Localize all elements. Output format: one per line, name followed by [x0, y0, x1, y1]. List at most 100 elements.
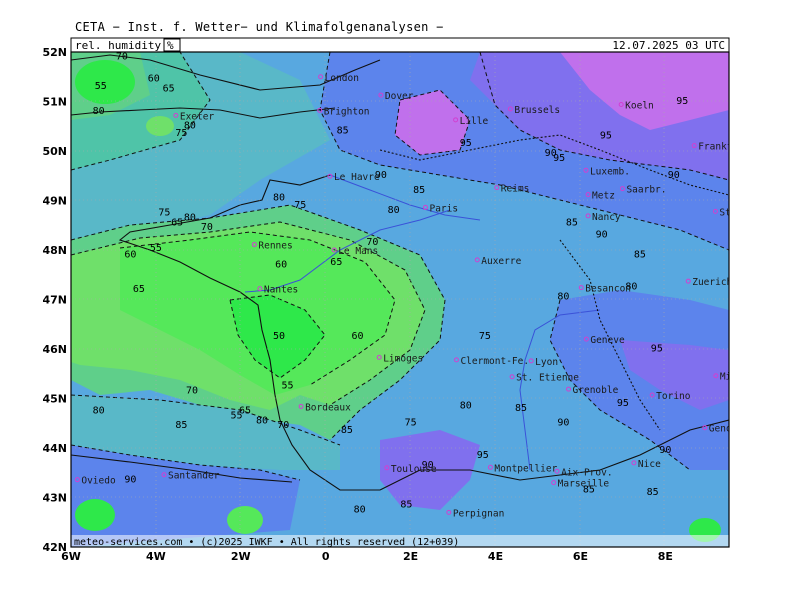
- lat-tick-label: 52N: [42, 46, 67, 59]
- contour-value-label: 65: [171, 217, 183, 228]
- city-label: Marseille: [558, 479, 610, 490]
- city-label: Koeln: [625, 100, 654, 111]
- contour-value-label: 80: [93, 405, 105, 416]
- city-label: Lille: [460, 116, 489, 127]
- city-label: Exeter: [180, 111, 215, 122]
- city-label: Besancon: [585, 284, 631, 295]
- contour-value-label: 85: [515, 403, 527, 414]
- copyright-text: meteo-services.com • (c)2025 IWKF • All …: [74, 537, 459, 548]
- lat-tick-label: 49N: [42, 195, 67, 208]
- city-label: Geneve: [590, 335, 625, 346]
- contour-value-label: 70: [116, 51, 128, 62]
- lon-tick-label: 4W: [146, 550, 166, 563]
- humidity-zone-65: [146, 116, 174, 136]
- contour-value-label: 80: [460, 400, 472, 411]
- contour-value-label: 60: [352, 331, 364, 342]
- lat-tick-label: 50N: [42, 145, 67, 158]
- contour-value-label: 55: [231, 410, 243, 421]
- weather-map: rel. humidity % 12.07.2025 03 UTC 705560…: [42, 37, 770, 563]
- lat-tick-label: 42N: [42, 541, 67, 554]
- contour-value-label: 85: [634, 249, 646, 260]
- city-label: Le Havre: [334, 172, 380, 183]
- unit-label: %: [167, 39, 174, 52]
- contour-value-label: 95: [651, 343, 663, 354]
- contour-value-label: 55: [95, 81, 107, 92]
- contour-value-label: 85: [400, 499, 412, 510]
- city-label: Torino: [656, 391, 691, 402]
- city-label: Rennes: [258, 241, 292, 252]
- city-label: Santander: [168, 471, 220, 482]
- city-label: Brighton: [324, 106, 370, 117]
- contour-value-label: 95: [553, 153, 565, 164]
- contour-value-label: 95: [600, 131, 612, 142]
- contour-value-label: 85: [341, 425, 353, 436]
- lat-tick-label: 51N: [42, 96, 67, 109]
- city-label: Zuerich: [692, 277, 732, 288]
- city-label: Le Mans: [338, 246, 378, 257]
- city-label: Bordeaux: [305, 402, 351, 413]
- contour-value-label: 90: [659, 445, 671, 456]
- contour-value-label: 80: [273, 193, 285, 204]
- contour-value-label: 80: [184, 212, 196, 223]
- contour-value-label: 85: [566, 217, 578, 228]
- city-label: Aix-Prov.: [561, 467, 612, 478]
- city-label: Oviedo: [81, 476, 116, 487]
- contour-value-label: 80: [93, 106, 105, 117]
- lon-tick-label: 4E: [488, 550, 503, 563]
- city-label: Nice: [638, 459, 661, 470]
- contour-value-label: 50: [273, 331, 285, 342]
- valid-time: 12.07.2025 03 UTC: [612, 39, 725, 52]
- contour-value-label: 55: [150, 243, 162, 254]
- lat-tick-label: 44N: [42, 442, 67, 455]
- city-label: Luxemb.: [590, 166, 630, 177]
- lon-tick-label: 2E: [403, 550, 418, 563]
- contour-value-label: 60: [124, 249, 136, 260]
- city-label: Clermont-Fe.: [460, 356, 529, 367]
- contour-value-label: 90: [668, 170, 680, 181]
- contour-value-label: 95: [617, 398, 629, 409]
- city-label: Paris: [429, 203, 458, 214]
- lon-tick-label: 2W: [231, 550, 251, 563]
- contour-value-label: 75: [294, 200, 306, 211]
- city-label: Lyon: [535, 357, 558, 368]
- city-label: Nancy: [592, 212, 621, 223]
- contour-value-label: 55: [281, 381, 293, 392]
- contour-value-label: 75: [479, 331, 491, 342]
- lat-tick-label: 43N: [42, 492, 67, 505]
- contour-value-label: 70: [201, 222, 213, 233]
- contour-value-label: 70: [186, 386, 198, 397]
- contour-value-label: 90: [596, 230, 608, 241]
- city-label: Limoges: [383, 353, 423, 364]
- contour-value-label: 60: [275, 259, 287, 270]
- contour-value-label: 75: [175, 128, 187, 139]
- contour-value-label: 70: [277, 420, 289, 431]
- contour-value-label: 95: [676, 96, 688, 107]
- map-plot-area: 70556065808075 8590959095959590858075 8075…: [71, 51, 770, 547]
- contour-value-label: 95: [477, 450, 489, 461]
- contour-value-label: 80: [256, 415, 268, 426]
- contour-value-label: 60: [148, 74, 160, 85]
- city-label: Stuttgart: [719, 207, 770, 218]
- lon-tick-label: 6E: [573, 550, 588, 563]
- city-label: Toulouse: [391, 464, 437, 475]
- contour-value-label: 80: [388, 205, 400, 216]
- contour-value-label: 75: [405, 418, 417, 429]
- contour-value-label: 95: [460, 138, 472, 149]
- lat-tick-label: 45N: [42, 393, 67, 406]
- contour-value-label: 85: [175, 420, 187, 431]
- contour-value-label: 65: [330, 257, 342, 268]
- city-label: Montpellier: [494, 463, 557, 474]
- lon-tick-label: 8E: [658, 550, 673, 563]
- lon-tick-label: 0: [322, 550, 330, 563]
- city-label: Dover: [385, 91, 414, 102]
- contour-value-label: 90: [124, 475, 136, 486]
- humidity-zone-55-spain: [75, 499, 115, 531]
- contour-value-label: 85: [647, 487, 659, 498]
- city-label: Nantes: [264, 285, 298, 296]
- city-label: Brussels: [514, 105, 560, 116]
- parameter-label: rel. humidity: [75, 39, 161, 52]
- lat-tick-label: 47N: [42, 294, 67, 307]
- city-label: Perpignan: [453, 508, 504, 519]
- city-label: Milano: [720, 372, 755, 383]
- city-label: St. Etienne: [516, 373, 579, 384]
